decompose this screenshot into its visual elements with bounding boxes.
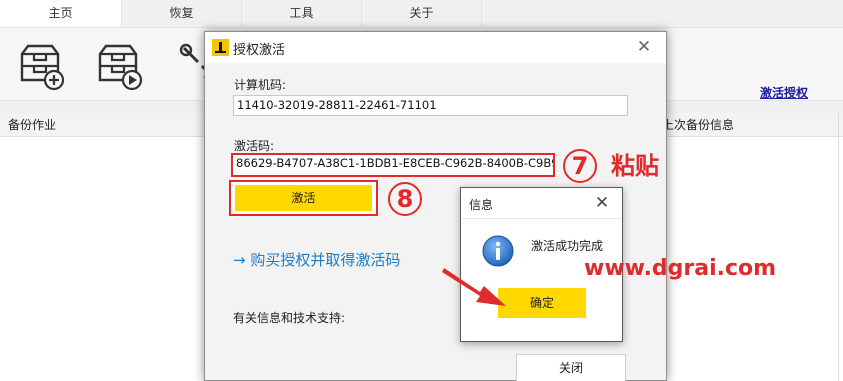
run-backup-icon[interactable] bbox=[92, 40, 144, 92]
tab-tools[interactable]: 工具 bbox=[242, 0, 362, 27]
watermark: www.dgrai.com bbox=[584, 256, 777, 281]
pointer-arrow-icon bbox=[442, 268, 506, 306]
paste-annotation: 粘贴 bbox=[611, 152, 659, 180]
tab-restore[interactable]: 恢复 bbox=[122, 0, 242, 27]
column-last-backup[interactable]: 上次备份信息 bbox=[662, 113, 734, 137]
dialog-title-bar[interactable]: 授权激活 ✕ bbox=[205, 32, 666, 63]
activate-button[interactable]: 激活 bbox=[235, 185, 372, 211]
machine-code-label: 计算机码: bbox=[234, 78, 287, 92]
message-title-bar[interactable]: 信息 ✕ bbox=[461, 188, 622, 219]
dialog-title: 授权激活 bbox=[233, 43, 286, 58]
message-title: 信息 bbox=[469, 198, 494, 212]
step-7-marker: 7 bbox=[563, 149, 597, 183]
activation-code-field[interactable]: 86629-B4707-A38C1-1BDB1-E8CEB-C962B-8400… bbox=[231, 153, 555, 177]
close-icon[interactable]: ✕ bbox=[633, 35, 655, 59]
activate-license-link[interactable]: 激活授权 bbox=[760, 84, 808, 101]
new-backup-icon[interactable] bbox=[14, 40, 66, 92]
activation-code-label: 激活码: bbox=[234, 139, 275, 153]
column-backup-job[interactable]: 备份作业 bbox=[8, 113, 56, 137]
success-message: 激活成功完成 bbox=[531, 239, 604, 253]
buy-license-link[interactable]: → 购买授权并取得激活码 bbox=[233, 249, 400, 270]
close-icon[interactable]: ✕ bbox=[591, 191, 613, 215]
list-border bbox=[838, 113, 839, 381]
activate-button-highlight: 激活 bbox=[229, 180, 378, 216]
main-tab-bar: 主页 恢复 工具 关于 bbox=[0, 0, 843, 27]
step-8-marker: 8 bbox=[388, 182, 422, 216]
ok-button[interactable]: 确定 bbox=[498, 288, 586, 318]
close-button[interactable]: 关闭 bbox=[516, 354, 626, 381]
app-logo-icon bbox=[212, 39, 229, 56]
tab-about[interactable]: 关于 bbox=[362, 0, 482, 27]
tab-home[interactable]: 主页 bbox=[0, 0, 122, 27]
support-info-label: 有关信息和技术支持: bbox=[233, 311, 346, 325]
machine-code-field[interactable]: 11410-32019-28811-22461-71101 bbox=[233, 95, 628, 116]
